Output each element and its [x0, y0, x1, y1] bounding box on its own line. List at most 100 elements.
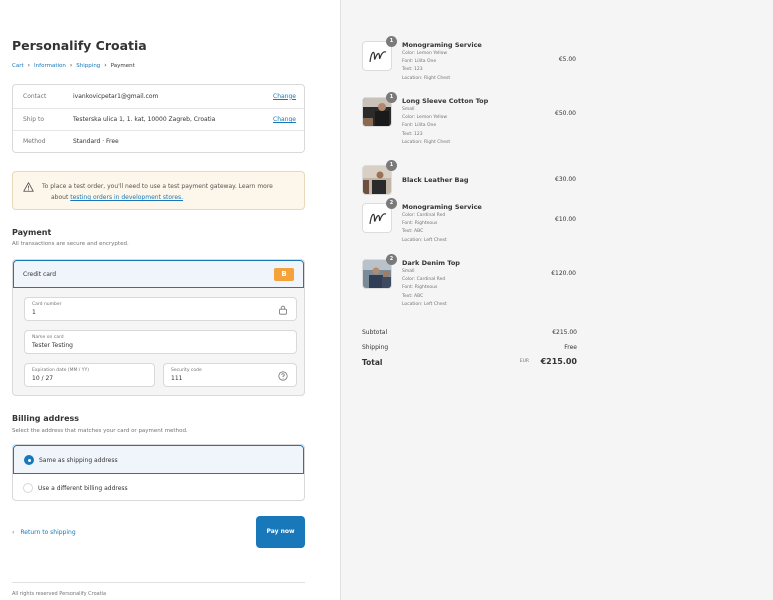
item-name: Dark Denim Top: [402, 259, 460, 267]
item-meta-line: Small: [402, 269, 415, 274]
item-price: €10.00: [555, 216, 576, 223]
quantity-badge: 2: [386, 198, 397, 209]
contact-label: Contact: [23, 92, 47, 100]
item-price: €120.00: [551, 270, 576, 277]
item-meta-line: Color: Lemon Yellow: [402, 115, 448, 121]
breadcrumb-cart[interactable]: Cart: [12, 63, 24, 69]
billing-different-option[interactable]: Use a different billing address: [13, 474, 304, 500]
item-meta-line: Text: 123: [402, 131, 423, 137]
contact-value: ivankovicpetar1@gmail.com: [73, 92, 159, 100]
pay-now-button[interactable]: Pay now: [256, 516, 305, 548]
chevron-left-icon: ‹: [12, 529, 15, 536]
card-number-label: Card number: [32, 302, 62, 307]
footer-divider: [12, 582, 305, 583]
item-name: Long Sleeve Cotton Top: [402, 97, 489, 105]
name-on-card-value: Tester Testing: [32, 342, 73, 349]
warning-icon: [23, 182, 34, 192]
credit-card-label: Credit card: [23, 271, 57, 278]
quantity-badge: 1: [386, 92, 397, 103]
change-shipto-link[interactable]: Change: [273, 116, 296, 123]
total-label: Total: [362, 358, 383, 367]
item-meta-line: Font: Righteous: [402, 285, 438, 291]
security-code-field[interactable]: Security code 111: [163, 363, 297, 387]
item-meta-line: Location: Left Chest: [402, 237, 447, 243]
list-item: 1 Black Leather Bag €30.00: [362, 160, 584, 195]
billing-title: Billing address: [12, 414, 80, 423]
subtotal-value: €215.00: [552, 329, 577, 336]
item-meta-line: Location: Right Chest: [402, 75, 451, 81]
item-meta-line: Color: Lemon Yellow: [402, 51, 448, 56]
quantity-badge: 1: [386, 160, 397, 171]
radio-selected-icon[interactable]: [24, 455, 34, 465]
billing-different-label: Use a different billing address: [38, 485, 128, 492]
return-to-shipping-link[interactable]: ‹ Return to shipping: [12, 529, 76, 536]
item-meta-line: Text: ABC: [402, 293, 424, 299]
name-on-card-label: Name on card: [32, 335, 64, 340]
billing-same-option[interactable]: Same as shipping address: [13, 445, 304, 474]
lock-icon: [279, 305, 287, 315]
testing-orders-link[interactable]: testing orders in development stores.: [70, 194, 183, 201]
radio-unselected-icon[interactable]: [23, 483, 33, 493]
expiry-field[interactable]: Expiration date (MM / YY) 10 / 27: [24, 363, 155, 387]
billing-options: Same as shipping address Use a different…: [12, 444, 305, 501]
breadcrumb-payment: Payment: [110, 62, 135, 69]
shop-title[interactable]: Personalify Croatia: [12, 38, 147, 53]
credit-card-option[interactable]: Credit card B: [13, 260, 304, 288]
name-on-card-field[interactable]: Name on card Tester Testing: [24, 330, 297, 354]
item-name: Monograming Service: [402, 203, 482, 211]
item-price: €30.00: [555, 176, 576, 183]
list-item: 1 Monograming Service Color: Lemon Yello…: [362, 36, 584, 89]
list-item: 2 Dark Denim Top Small Color: Cardinal R…: [362, 254, 584, 317]
card-brand-badge: B: [274, 268, 294, 281]
product-photo-icon: [363, 260, 391, 288]
item-meta-line: Font: Righteous: [402, 221, 438, 227]
review-row-contact: Contact ivankovicpetar1@gmail.com Change: [13, 85, 304, 107]
item-price: €5.00: [558, 56, 576, 63]
breadcrumb-shipping[interactable]: Shipping: [76, 63, 100, 69]
total-value: €215.00: [540, 357, 577, 366]
list-item: 2 Monograming Service Color: Cardinal Re…: [362, 198, 584, 251]
breadcrumb-information[interactable]: Information: [34, 63, 66, 69]
monogram-icon: [369, 51, 387, 63]
item-name: Black Leather Bag: [402, 176, 469, 184]
shipping-label: Shipping: [362, 344, 389, 351]
payment-subtitle: All transactions are secure and encrypte…: [12, 241, 129, 247]
billing-subtitle: Select the address that matches your car…: [12, 428, 188, 434]
item-name: Monograming Service: [402, 41, 482, 49]
item-meta-line: Font: Lilita One: [402, 59, 437, 65]
security-code-value: 111: [171, 375, 183, 382]
product-photo-icon: [363, 98, 391, 126]
subtotal-label: Subtotal: [362, 329, 388, 336]
item-meta: Color: Cardinal Red Font: Righteous Text…: [402, 212, 447, 245]
card-number-field[interactable]: Card number 1: [24, 297, 297, 321]
item-meta-line: Font: Lilita One: [402, 123, 437, 129]
credit-card-panel: Credit card B Card number 1 Name on card…: [12, 259, 305, 396]
notice-about: about: [51, 194, 69, 201]
notice-text-2: about testing orders in development stor…: [51, 194, 183, 201]
expiry-label: Expiration date (MM / YY): [32, 368, 89, 373]
security-code-label: Security code: [171, 368, 202, 373]
method-value: Standard · Free: [73, 138, 119, 145]
item-meta: Small Color: Cardinal Red Font: Righteou…: [402, 268, 447, 309]
notice-text: To place a test order, you'll need to us…: [42, 183, 273, 190]
review-block: Contact ivankovicpetar1@gmail.com Change…: [12, 84, 305, 153]
item-meta-line: Text: 123: [402, 67, 423, 73]
item-meta-line: Small: [402, 107, 415, 112]
review-row-shipto: Ship to Testerska ulica 1, 1. kat, 10000…: [13, 108, 304, 130]
help-icon[interactable]: [278, 371, 288, 381]
item-meta: Small Color: Lemon Yellow Font: Lilita O…: [402, 106, 450, 147]
item-meta: Color: Lemon Yellow Font: Lilita One Tex…: [402, 50, 450, 83]
quantity-badge: 2: [386, 254, 397, 265]
item-price: €50.00: [555, 110, 576, 117]
item-meta-line: Location: Right Chest: [402, 139, 451, 145]
monogram-icon: [369, 213, 387, 225]
change-contact-link[interactable]: Change: [273, 93, 296, 100]
total-row: Total EUR €215.00: [362, 357, 577, 367]
shipping-row: Shipping Free: [362, 344, 577, 351]
card-number-value: 1: [32, 309, 36, 316]
item-meta-line: Location: Left Chest: [402, 301, 447, 307]
chevron-right-icon: ›: [27, 62, 31, 69]
item-meta-line: Color: Cardinal Red: [402, 277, 446, 283]
checkout-main: Personalify Croatia Cart › Information ›…: [0, 0, 340, 600]
payment-title: Payment: [12, 228, 52, 237]
